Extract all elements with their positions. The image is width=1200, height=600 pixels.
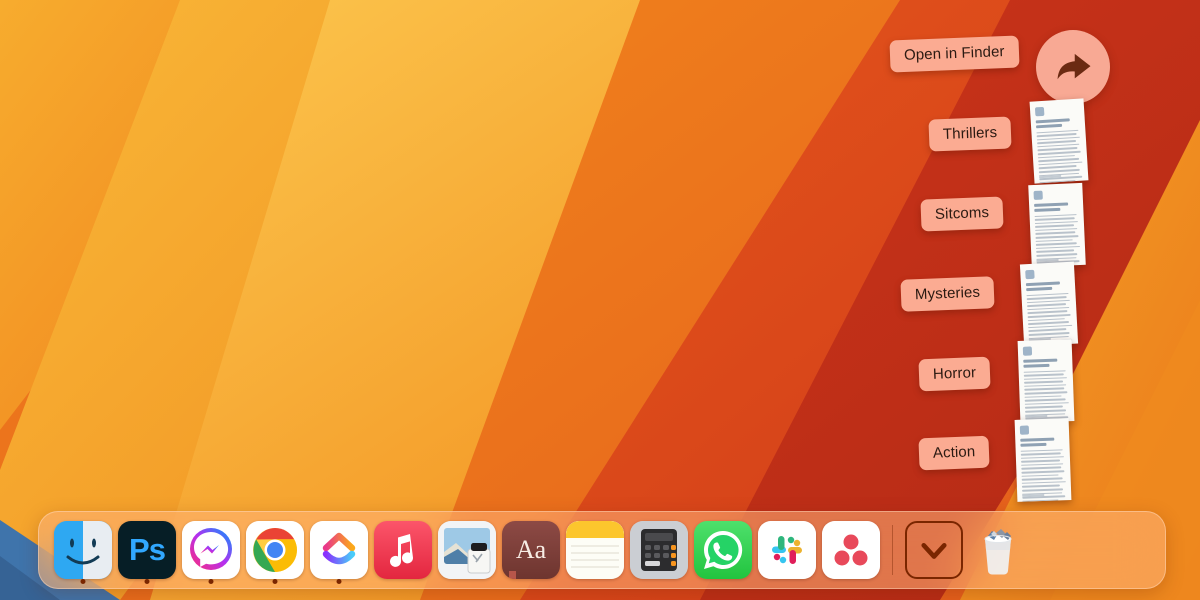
- document-thumbnail-2[interactable]: [1028, 182, 1086, 268]
- document-logo: [1019, 425, 1030, 435]
- running-indicator-dot: [272, 579, 278, 584]
- desktop-overlay: Open in Finder Thrillers Sitcoms Mysteries H…: [0, 0, 1200, 600]
- dock-item-messenger[interactable]: [179, 511, 243, 589]
- music-note-icon: [374, 521, 432, 579]
- dictionary-glyph: Aa: [515, 535, 547, 564]
- document-logo: [1022, 346, 1033, 356]
- dock-item-clickup[interactable]: [307, 511, 371, 589]
- whatsapp-icon: [694, 521, 752, 579]
- calculator-icon: [630, 521, 688, 579]
- dock[interactable]: Ps Aa: [38, 511, 1166, 589]
- document-title-line: [1025, 281, 1061, 287]
- document-thumbnail-1[interactable]: [1029, 98, 1089, 184]
- dock-item-chrome[interactable]: [243, 511, 307, 589]
- dock-item-photoshop[interactable]: Ps: [115, 511, 179, 589]
- document-logo: [1025, 269, 1035, 280]
- dock-tail-group: [902, 511, 1030, 589]
- notes-icon: [566, 521, 624, 579]
- dock-item-calculator[interactable]: [627, 511, 691, 589]
- desktop-label-open-in-finder[interactable]: Open in Finder: [889, 35, 1020, 73]
- desktop-label-sitcoms[interactable]: Sitcoms: [920, 196, 1004, 232]
- document-title-line: [1034, 202, 1069, 207]
- slack-icon: [758, 521, 816, 579]
- photoshop-glyph: Ps: [129, 532, 166, 567]
- finder-icon: [54, 521, 112, 579]
- chrome-icon: [246, 521, 304, 579]
- arrow-forward-icon: [1057, 53, 1091, 80]
- share-forward-button[interactable]: [1036, 30, 1110, 104]
- document-title-line: [1026, 286, 1053, 291]
- dock-item-finder[interactable]: [51, 511, 115, 589]
- chevron-down-icon: [905, 521, 963, 579]
- dock-item-asana[interactable]: [819, 511, 883, 589]
- document-logo: [1033, 190, 1043, 200]
- document-title-line: [1035, 123, 1063, 128]
- dock-item-music[interactable]: [371, 511, 435, 589]
- document-title-line: [1020, 437, 1055, 442]
- dock-item-notes[interactable]: [563, 511, 627, 589]
- document-thumbnail-5[interactable]: [1014, 418, 1072, 502]
- desktop-label-action[interactable]: Action: [918, 435, 990, 471]
- dock-app-group: Ps Aa: [51, 511, 883, 589]
- preview-icon: [438, 521, 496, 579]
- dock-item-slack[interactable]: [755, 511, 819, 589]
- dock-item-downloads-stack[interactable]: [902, 511, 966, 589]
- desktop-label-horror[interactable]: Horror: [918, 356, 991, 392]
- document-thumbnail-4[interactable]: [1017, 339, 1075, 423]
- dock-separator: [892, 525, 893, 575]
- photoshop-icon: Ps: [118, 521, 176, 579]
- dock-item-whatsapp[interactable]: [691, 511, 755, 589]
- document-logo: [1034, 106, 1045, 117]
- document-title-line: [1023, 358, 1058, 363]
- dock-item-preview[interactable]: [435, 511, 499, 589]
- dictionary-icon: Aa: [502, 521, 560, 579]
- running-indicator-dot: [80, 579, 86, 584]
- desktop-label-thrillers[interactable]: Thrillers: [928, 116, 1012, 152]
- dock-item-trash[interactable]: [966, 511, 1030, 589]
- dock-item-dictionary[interactable]: Aa: [499, 511, 563, 589]
- clickup-icon: [310, 521, 368, 579]
- running-indicator-dot: [336, 579, 342, 584]
- document-title-line: [1035, 118, 1071, 124]
- document-thumbnail-3[interactable]: [1019, 261, 1079, 347]
- document-title-line: [1034, 207, 1061, 212]
- running-indicator-dot: [208, 579, 214, 584]
- asana-icon: [822, 521, 880, 579]
- document-title-line: [1023, 363, 1050, 368]
- trash-full-icon: [969, 521, 1027, 579]
- document-title-line: [1020, 442, 1047, 447]
- desktop-label-mysteries[interactable]: Mysteries: [900, 276, 995, 312]
- messenger-icon: [182, 521, 240, 579]
- running-indicator-dot: [144, 579, 150, 584]
